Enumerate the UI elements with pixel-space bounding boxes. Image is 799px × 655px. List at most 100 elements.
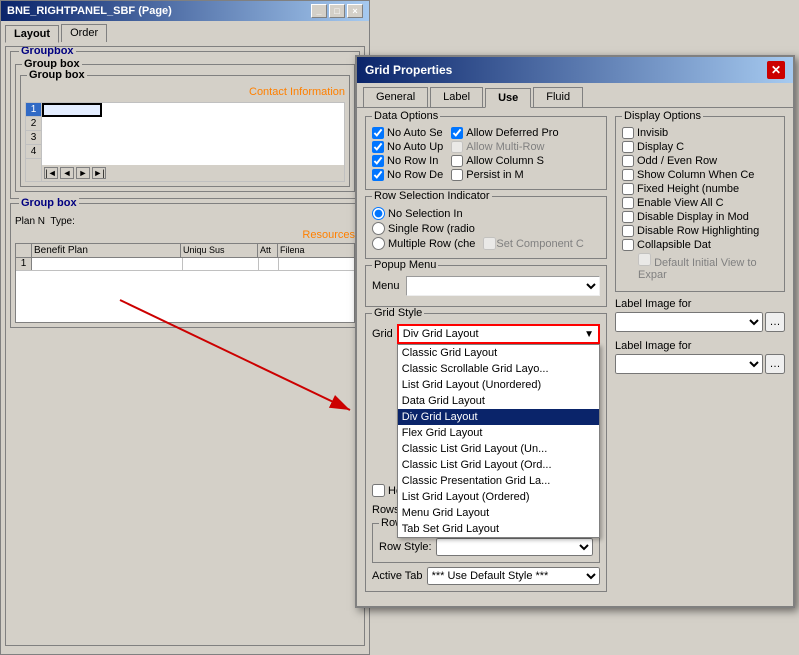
cb-no-row-in-label: No Row In bbox=[387, 155, 438, 167]
radio-single[interactable] bbox=[372, 222, 385, 235]
row-selection-title: Row Selection Indicator bbox=[372, 190, 492, 202]
cb-allow-deferred[interactable] bbox=[451, 127, 463, 139]
cb-enable-view-row: Enable View All C bbox=[622, 197, 778, 209]
label-image-2-controls: … bbox=[615, 354, 785, 374]
cb-set-component[interactable] bbox=[483, 237, 496, 250]
set-component-label: Set Component C bbox=[496, 238, 583, 250]
cb-invisib[interactable] bbox=[622, 127, 634, 139]
nav-prev[interactable]: ◄ bbox=[60, 167, 74, 179]
tab-order[interactable]: Order bbox=[61, 24, 107, 42]
active-tab-select[interactable]: *** Use Default Style *** bbox=[427, 567, 600, 585]
maximize-button[interactable]: □ bbox=[329, 4, 345, 18]
dropdown-item-4[interactable]: Div Grid Layout bbox=[398, 409, 599, 425]
nav-first[interactable]: |◄ bbox=[44, 167, 58, 179]
row-selection-section: Row Selection Indicator No Selection In … bbox=[365, 196, 607, 259]
cb-fixed-height[interactable] bbox=[622, 183, 634, 195]
dropdown-item-6[interactable]: Classic List Grid Layout (Un... bbox=[398, 441, 599, 457]
label-image-1-button[interactable]: … bbox=[765, 312, 785, 332]
checkbox-allow-column: Allow Column S bbox=[451, 155, 558, 167]
dropdown-item-10[interactable]: Menu Grid Layout bbox=[398, 505, 599, 521]
dropdown-item-5[interactable]: Flex Grid Layout bbox=[398, 425, 599, 441]
dropdown-item-1[interactable]: Classic Scrollable Grid Layo... bbox=[398, 361, 599, 377]
nav-last[interactable]: ►| bbox=[92, 167, 106, 179]
dropdown-item-9[interactable]: List Grid Layout (Ordered) bbox=[398, 489, 599, 505]
cb-persist[interactable] bbox=[451, 169, 463, 181]
radio-no-selection: No Selection In bbox=[372, 207, 475, 220]
dropdown-item-7[interactable]: Classic List Grid Layout (Ord... bbox=[398, 457, 599, 473]
cb-fixed-height-row: Fixed Height (numbe bbox=[622, 183, 778, 195]
cb-disable-row-hl[interactable] bbox=[622, 225, 634, 237]
cb-no-row-de-label: No Row De bbox=[387, 169, 443, 181]
cb-enable-view-label: Enable View All C bbox=[637, 197, 724, 209]
label-image-2-button[interactable]: … bbox=[765, 354, 785, 374]
cb-show-col[interactable] bbox=[622, 169, 634, 181]
cb-enable-view[interactable] bbox=[622, 197, 634, 209]
cb-fixed-height-label: Fixed Height (numbe bbox=[637, 183, 739, 195]
data-options-right-col: Allow Deferred Pro Allow Multi-Row Allow… bbox=[451, 127, 558, 183]
radio-multiple-row: Multiple Row (che bbox=[372, 237, 475, 250]
cb-allow-column[interactable] bbox=[451, 155, 463, 167]
groupbox-1: Groupbox Group box Group box Contact Inf… bbox=[10, 51, 360, 199]
label-image-1-select[interactable] bbox=[615, 312, 763, 332]
data-options-left-col: No Auto Se No Auto Up No Row In No bbox=[372, 127, 443, 183]
tab-use[interactable]: Use bbox=[485, 88, 531, 108]
dropdown-item-2[interactable]: List Grid Layout (Unordered) bbox=[398, 377, 599, 393]
grid-style-dropdown[interactable]: Classic Grid Layout Classic Scrollable G… bbox=[397, 344, 600, 538]
dialog-close-button[interactable]: ✕ bbox=[767, 61, 785, 79]
nav-next[interactable]: ► bbox=[76, 167, 90, 179]
tab-label[interactable]: Label bbox=[430, 87, 483, 107]
cb-invisib-label: Invisib bbox=[637, 127, 668, 139]
dialog-left-panel: Data Options No Auto Se No Auto Up bbox=[365, 116, 607, 598]
cb-allow-multi[interactable] bbox=[451, 141, 463, 153]
label-image-1-controls: … bbox=[615, 312, 785, 332]
label-image-2-select[interactable] bbox=[615, 354, 763, 374]
groupbox-1-title: Groupbox bbox=[19, 46, 76, 57]
main-title: BNE_RIGHTPANEL_SBF (Page) bbox=[7, 5, 172, 17]
cb-no-row-in[interactable] bbox=[372, 155, 384, 167]
tab-fluid[interactable]: Fluid bbox=[533, 87, 583, 107]
groupbox-2: Group box Plan N Type: Resources Benefit… bbox=[10, 203, 360, 328]
cb-display-c-row: Display C bbox=[622, 141, 778, 153]
set-component-area: Set Component C bbox=[483, 207, 583, 252]
grid-area-2: Benefit Plan Uniqu Sus Att Filena 1 bbox=[15, 243, 355, 323]
cb-odd-even-row: Odd / Even Row bbox=[622, 155, 778, 167]
cb-default-initial[interactable] bbox=[638, 253, 651, 266]
dropdown-item-3[interactable]: Data Grid Layout bbox=[398, 393, 599, 409]
selected-cell bbox=[42, 103, 102, 117]
grid-area-1: 1 2 3 4 |◄ ◄ ► bbox=[25, 102, 345, 182]
row-style-select[interactable] bbox=[436, 538, 593, 556]
dropdown-item-11[interactable]: Tab Set Grid Layout bbox=[398, 521, 599, 537]
cb-no-auto-se[interactable] bbox=[372, 127, 384, 139]
menu-select[interactable] bbox=[406, 276, 600, 296]
groupbox-2-title: Group box bbox=[19, 197, 79, 209]
plan-label: Plan N bbox=[15, 216, 45, 227]
minimize-button[interactable]: _ bbox=[311, 4, 327, 18]
radio-multiple-label: Multiple Row (che bbox=[388, 238, 475, 250]
cb-odd-even[interactable] bbox=[622, 155, 634, 167]
cb-no-row-de[interactable] bbox=[372, 169, 384, 181]
cb-collapsible-label: Collapsible Dat bbox=[637, 239, 711, 251]
radio-no-sel[interactable] bbox=[372, 207, 385, 220]
cb-collapsible-row: Collapsible Dat bbox=[622, 239, 778, 251]
type-label: Type: bbox=[50, 216, 74, 227]
cb-invisib-row: Invisib bbox=[622, 127, 778, 139]
cb-collapsible[interactable] bbox=[622, 239, 634, 251]
checkbox-no-row-in: No Row In bbox=[372, 155, 443, 167]
dropdown-item-0[interactable]: Classic Grid Layout bbox=[398, 345, 599, 361]
radio-multiple[interactable] bbox=[372, 237, 385, 250]
default-initial-row: Default Initial View to Expar bbox=[638, 253, 778, 281]
checkbox-allow-multi: Allow Multi-Row bbox=[451, 141, 558, 153]
close-button[interactable]: × bbox=[347, 4, 363, 18]
contact-info-label: Contact Information bbox=[25, 86, 345, 98]
cb-disable-disp[interactable] bbox=[622, 211, 634, 223]
radio-single-row: Single Row (radio bbox=[372, 222, 475, 235]
title-bar-buttons: _ □ × bbox=[311, 4, 363, 18]
tab-layout[interactable]: Layout bbox=[5, 25, 59, 43]
grid-style-select-display[interactable]: Div Grid Layout ▼ bbox=[397, 324, 600, 344]
tab-general[interactable]: General bbox=[363, 87, 428, 107]
dropdown-item-8[interactable]: Classic Presentation Grid La... bbox=[398, 473, 599, 489]
cb-horiz[interactable] bbox=[372, 484, 385, 497]
grid-data-row-1: 1 bbox=[16, 258, 354, 271]
cb-no-auto-up[interactable] bbox=[372, 141, 384, 153]
cb-display-c[interactable] bbox=[622, 141, 634, 153]
